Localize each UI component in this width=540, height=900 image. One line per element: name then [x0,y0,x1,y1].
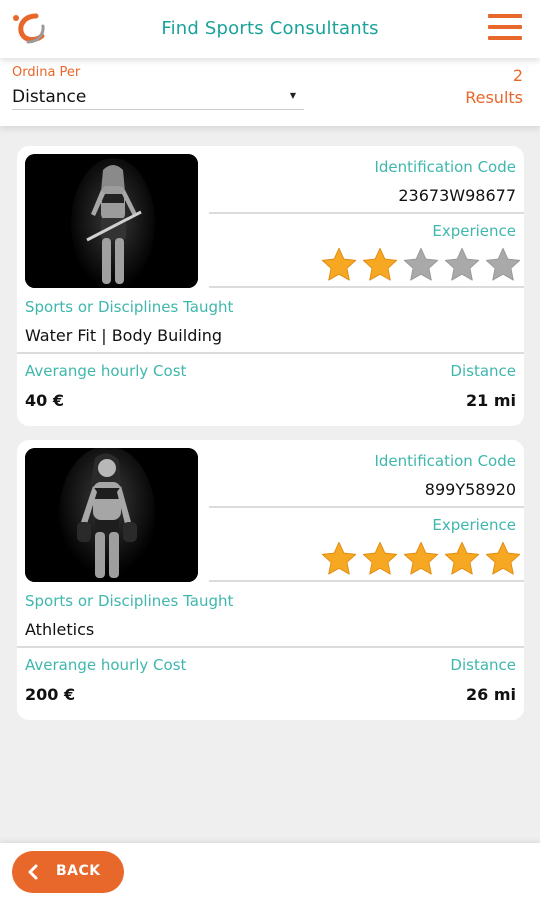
star-empty-icon [403,247,439,281]
hamburger-menu-icon[interactable] [488,14,522,44]
id-code-label: Identification Code [374,452,516,470]
hourly-cost-value: 40 € [25,391,64,410]
page-title: Find Sports Consultants [161,18,379,39]
star-filled-icon [403,541,439,575]
bottom-bar: BACK [0,843,540,900]
star-filled-icon [362,247,398,281]
divider [17,352,524,354]
divider [209,286,524,288]
back-label: BACK [56,863,101,879]
star-filled-icon [485,541,521,575]
hourly-cost-value: 200 € [25,685,76,704]
star-filled-icon [362,541,398,575]
sports-value: Athletics [25,620,95,639]
distance-label: Distance [450,656,516,674]
sports-value: Water Fit | Body Building [25,326,223,345]
consultant-card[interactable]: Identification Code 899Y58920 Experience… [17,440,524,720]
distance-value: 26 mi [466,685,516,704]
sports-label: Sports or Disciplines Taught [25,592,234,610]
id-code-value: 23673W98677 [398,186,516,205]
experience-rating [320,540,522,578]
distance-value: 21 mi [466,391,516,410]
sort-dropdown[interactable]: Distance ▼ [12,86,304,110]
app-header: Find Sports Consultants [0,0,540,58]
sort-selected-value: Distance [12,87,87,107]
id-code-label: Identification Code [374,158,516,176]
hourly-cost-label: Averange hourly Cost [25,656,187,674]
experience-label: Experience [432,222,516,240]
sort-label: Ordina Per [12,65,81,80]
dropdown-arrow-icon: ▼ [289,91,296,100]
consultant-photo [25,448,198,582]
divider [209,212,524,214]
id-code-value: 899Y58920 [424,480,516,499]
divider [17,646,524,648]
results-count: 2 [512,66,523,85]
divider [209,580,524,582]
star-filled-icon [321,247,357,281]
distance-label: Distance [450,362,516,380]
divider [209,506,524,508]
back-button[interactable]: BACK [12,851,124,893]
star-filled-icon [444,541,480,575]
consultant-photo [25,154,198,288]
results-label: Results [465,88,523,107]
star-empty-icon [485,247,521,281]
consultant-card[interactable]: Identification Code 23673W98677 Experien… [17,146,524,426]
chevron-left-icon [28,864,38,880]
experience-label: Experience [432,516,516,534]
sort-filter-bar: Ordina Per Distance ▼ 2 Results [0,58,540,126]
experience-rating [320,246,522,284]
hourly-cost-label: Averange hourly Cost [25,362,187,380]
star-empty-icon [444,247,480,281]
sports-label: Sports or Disciplines Taught [25,298,234,316]
star-filled-icon [321,541,357,575]
